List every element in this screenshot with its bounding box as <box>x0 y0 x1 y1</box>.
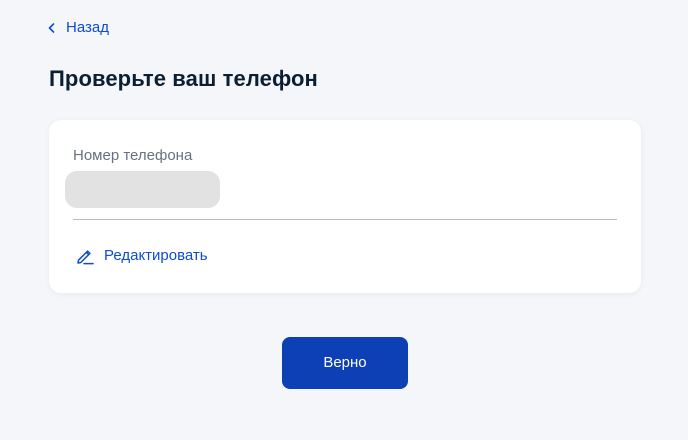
phone-number-value <box>65 171 220 208</box>
back-link-label: Назад <box>66 19 109 36</box>
page-title: Проверьте ваш телефон <box>49 66 318 91</box>
divider <box>73 219 617 220</box>
pencil-icon <box>77 250 94 265</box>
confirm-button[interactable]: Верно <box>282 337 408 389</box>
phone-card: Номер телефона Редактировать <box>49 120 641 293</box>
edit-phone-link[interactable]: Редактировать <box>75 246 208 266</box>
back-link[interactable]: Назад <box>47 18 109 38</box>
edit-phone-label: Редактировать <box>104 247 208 264</box>
chevron-left-icon <box>48 23 55 33</box>
phone-field-label: Номер телефона <box>73 147 193 164</box>
